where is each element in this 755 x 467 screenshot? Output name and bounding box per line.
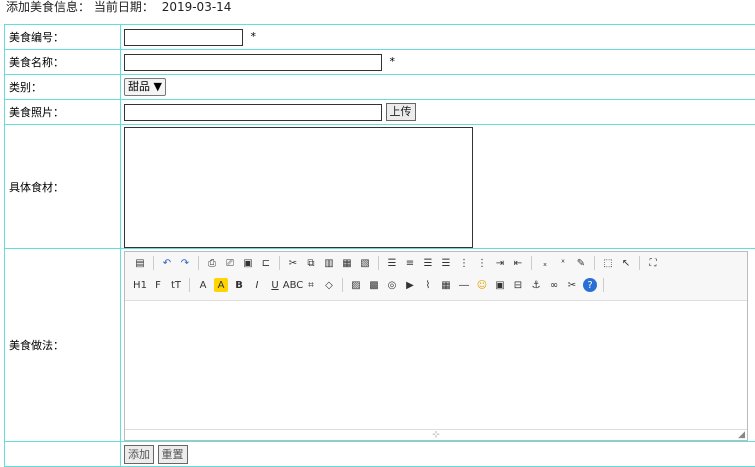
align-center-icon[interactable]: ≡ bbox=[403, 256, 417, 270]
current-date: 2019-03-14 bbox=[161, 0, 232, 14]
toolbar-separator bbox=[639, 256, 640, 270]
font-size-icon[interactable]: tT bbox=[169, 278, 183, 292]
category-select[interactable]: 甜品 ▼ bbox=[124, 78, 166, 96]
upload-button[interactable]: 上传 bbox=[385, 103, 416, 121]
rich-text-editor: ▤ ↶ ↷ ⎙ ⎚ ▣ ⊏ ✂ ⧉ ▥ ▦ ▧ ☰ ≡ ☰ ☰ ⋮ ⋮ ⇥ ⇤ ₓ ˣ ✎ ⬚ ↖ ⛶ H1 FtT A A B I U ABC… bbox=[124, 251, 748, 441]
flash-icon[interactable]: ◎ bbox=[385, 278, 399, 292]
help-icon[interactable]: ? bbox=[583, 278, 597, 292]
food-form: 美食编号： * 美食名称： * 类别： 甜品 ▼ 美食照片： 上传 具体食材： … bbox=[4, 24, 755, 467]
highlight-icon[interactable]: A bbox=[214, 278, 228, 292]
ordered-list-icon[interactable]: ⋮ bbox=[457, 256, 471, 270]
food-name-label: 美食名称： bbox=[4, 49, 121, 75]
subscript-icon[interactable]: ₓ bbox=[538, 256, 552, 270]
table-icon[interactable]: ▦ bbox=[439, 278, 453, 292]
redo-icon[interactable]: ↷ bbox=[178, 256, 192, 270]
category-label: 类别： bbox=[4, 74, 121, 100]
remove-format-icon[interactable]: ◇ bbox=[322, 278, 336, 292]
pagebreak-icon[interactable]: ⊟ bbox=[511, 278, 525, 292]
submit-button[interactable]: 添加 bbox=[124, 444, 154, 464]
italic-icon[interactable]: I bbox=[250, 278, 264, 292]
unlink-icon[interactable]: ✂ bbox=[565, 278, 579, 292]
paste-text-icon[interactable]: ▦ bbox=[340, 256, 354, 270]
photo-label: 美食照片： bbox=[4, 99, 121, 125]
toolbar-separator bbox=[153, 256, 154, 270]
outdent-icon[interactable]: ⇤ bbox=[511, 256, 525, 270]
justify-icon[interactable]: ☰ bbox=[439, 256, 453, 270]
line-height-icon[interactable]: ⌗ bbox=[304, 278, 318, 292]
page-title: 添加美食信息： bbox=[6, 0, 91, 14]
cut-icon[interactable]: ✂ bbox=[286, 256, 300, 270]
print-icon[interactable]: ⎚ bbox=[223, 256, 237, 270]
select-all-icon[interactable]: ⬚ bbox=[601, 256, 615, 270]
font-family-icon[interactable]: F bbox=[151, 278, 165, 292]
source-icon[interactable]: ▤ bbox=[133, 256, 147, 270]
align-left-icon[interactable]: ☰ bbox=[385, 256, 399, 270]
ingredients-textarea[interactable] bbox=[124, 127, 473, 248]
indent-icon[interactable]: ⇥ bbox=[493, 256, 507, 270]
code-icon[interactable]: ⊏ bbox=[259, 256, 273, 270]
unordered-list-icon[interactable]: ⋮ bbox=[475, 256, 489, 270]
toolbar-separator bbox=[594, 256, 595, 270]
date-label: 当前日期： bbox=[93, 0, 154, 14]
editor-toolbar: ▤ ↶ ↷ ⎙ ⎚ ▣ ⊏ ✂ ⧉ ▥ ▦ ▧ ☰ ≡ ☰ ☰ ⋮ ⋮ ⇥ ⇤ ₓ ˣ ✎ ⬚ ↖ ⛶ H1 FtT A A B I U ABC… bbox=[125, 252, 747, 301]
cursor-icon[interactable]: ↖ bbox=[619, 256, 633, 270]
multi-image-icon[interactable]: ▩ bbox=[367, 278, 381, 292]
reset-button[interactable]: 重置 bbox=[157, 444, 188, 464]
empty-cell bbox=[4, 441, 121, 467]
toolbar-separator bbox=[279, 256, 280, 270]
paste-word-icon[interactable]: ▧ bbox=[358, 256, 372, 270]
ingredients-label: 具体食材： bbox=[4, 124, 121, 249]
page-header: 添加美食信息： 当前日期： 2019-03-14 bbox=[6, 0, 231, 15]
food-name-input[interactable] bbox=[124, 53, 382, 71]
required-mark: * bbox=[250, 30, 257, 43]
copy-icon[interactable]: ⧉ bbox=[304, 256, 318, 270]
font-color-icon[interactable]: A bbox=[196, 278, 210, 292]
heading-icon[interactable]: H1 bbox=[133, 278, 147, 292]
strikethrough-icon[interactable]: ABC bbox=[283, 278, 304, 292]
horizontal-rule-icon[interactable]: ― bbox=[457, 278, 471, 292]
toolbar-separator bbox=[198, 256, 199, 270]
bold-icon[interactable]: B bbox=[232, 278, 246, 292]
toolbar-separator bbox=[531, 256, 532, 270]
paste-icon[interactable]: ▥ bbox=[322, 256, 336, 270]
undo-icon[interactable]: ↶ bbox=[160, 256, 174, 270]
toolbar-separator bbox=[378, 256, 379, 270]
clear-format-icon[interactable]: ✎ bbox=[574, 256, 588, 270]
toolbar-separator bbox=[603, 278, 604, 292]
editor-resize-grip[interactable]: ⊹ bbox=[125, 429, 747, 440]
align-right-icon[interactable]: ☰ bbox=[421, 256, 435, 270]
toolbar-separator bbox=[189, 278, 190, 292]
resize-corner-icon[interactable]: ◢ bbox=[738, 430, 745, 440]
map-icon[interactable]: ▣ bbox=[493, 278, 507, 292]
fullscreen-icon[interactable]: ⛶ bbox=[646, 256, 660, 270]
anchor-icon[interactable]: ⚓ bbox=[529, 278, 543, 292]
food-no-label: 美食编号： bbox=[4, 24, 121, 50]
superscript-icon[interactable]: ˣ bbox=[556, 256, 570, 270]
required-mark: * bbox=[389, 55, 396, 68]
image-icon[interactable]: ▨ bbox=[349, 278, 363, 292]
media-icon[interactable]: ▶ bbox=[403, 278, 417, 292]
method-label: 美食做法： bbox=[4, 248, 121, 442]
underline-icon[interactable]: U bbox=[268, 278, 282, 292]
template-icon[interactable]: ▣ bbox=[241, 256, 255, 270]
emoticon-icon[interactable]: ☺ bbox=[475, 278, 489, 292]
preview-icon[interactable]: ⎙ bbox=[205, 256, 219, 270]
attachment-icon[interactable]: ⌇ bbox=[421, 278, 435, 292]
editor-content-area[interactable] bbox=[125, 301, 747, 427]
toolbar-separator bbox=[342, 278, 343, 292]
link-icon[interactable]: ∞ bbox=[547, 278, 561, 292]
food-no-input[interactable] bbox=[124, 28, 243, 46]
photo-input[interactable] bbox=[124, 103, 382, 121]
